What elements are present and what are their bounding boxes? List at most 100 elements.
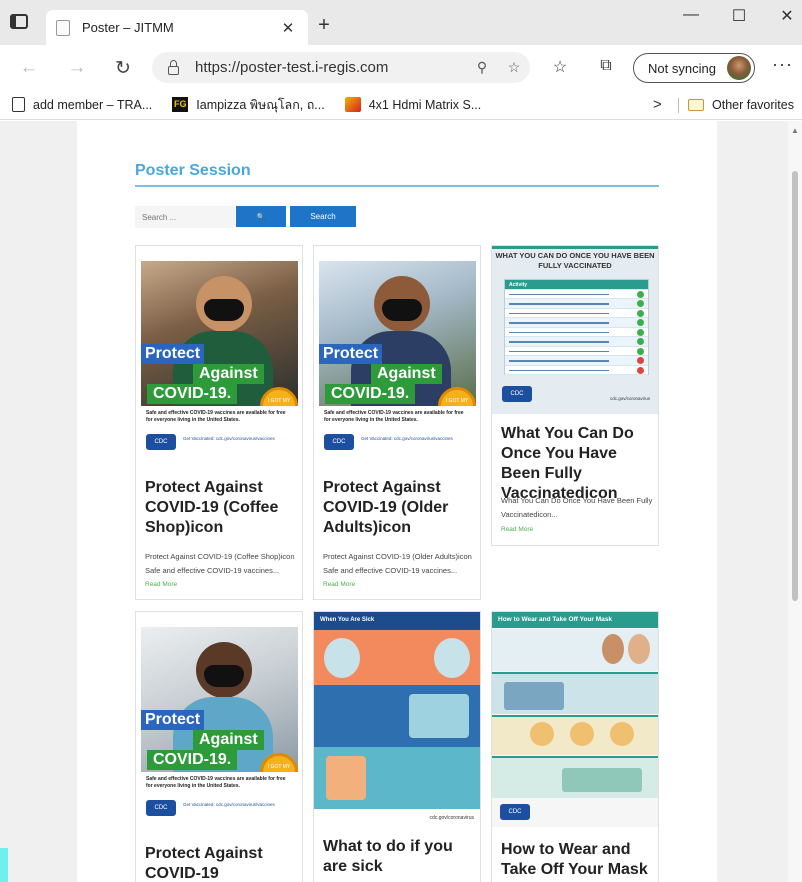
other-favorites[interactable]: Other favorites: [688, 98, 794, 112]
page-content: Poster Session 🔍 Search Protect Against …: [77, 121, 717, 882]
row-text: [509, 369, 609, 371]
poster-covid: COVID-19.: [147, 384, 238, 404]
card-title[interactable]: What to do if you are sick: [323, 837, 475, 877]
tab-actions-icon[interactable]: [10, 14, 28, 29]
url-text[interactable]: https://poster-test.i-regis.com: [195, 59, 466, 76]
row-text: [509, 312, 609, 314]
check-icon: [637, 290, 644, 298]
favorites-bar: add member – TRA... FG Iampizza พิษณุโลก…: [0, 90, 802, 120]
table-row: [505, 356, 648, 366]
tab-bar: Poster – JITMM ✕ + — ☐ ✕: [0, 0, 802, 45]
poster-heading: When You Are Sick: [314, 612, 480, 630]
row-text: [509, 322, 609, 324]
poster-card[interactable]: Protect Against COVID-19. I GOT MY COVID…: [135, 245, 303, 600]
poster-protect: Protect: [141, 344, 205, 364]
poster-image[interactable]: Protect Against COVID-19. I GOT MY COVID…: [314, 246, 480, 461]
tab-close-icon[interactable]: ✕: [278, 19, 298, 37]
maximize-button[interactable]: ☐: [724, 6, 754, 26]
sync-label: Not syncing: [648, 60, 716, 76]
vertical-scrollbar[interactable]: ▲: [788, 121, 802, 882]
hdmi-icon: [344, 97, 361, 112]
cdc-logo: CDC: [502, 386, 532, 402]
favorite-hdmi[interactable]: 4x1 Hdmi Matrix S...: [344, 97, 482, 112]
illustration-face: [628, 634, 650, 664]
poster-image[interactable]: Protect Against COVID-19. I GOT MY COVID…: [136, 246, 302, 461]
poster-against: Against: [371, 364, 442, 384]
table-row: [505, 347, 648, 356]
card-title[interactable]: Protect Against COVID-19: [145, 844, 297, 882]
poster-footer: Safe and effective COVID-19 vaccines are…: [319, 406, 476, 461]
poster-card[interactable]: How to Wear and Take Off Your Mask CDC H…: [491, 611, 659, 882]
search-icon-button[interactable]: 🔍: [236, 206, 286, 227]
card-excerpt: Protect Against COVID-19 (Older Adults)i…: [323, 552, 472, 575]
poster-covid: COVID-19.: [147, 750, 238, 770]
poster-image[interactable]: When You Are Sick cdc.gov/coronavirus: [314, 612, 480, 827]
poster-card[interactable]: Protect Against COVID-19. I GOT MY COVID…: [313, 245, 481, 600]
tab-poster[interactable]: Poster – JITMM ✕: [46, 10, 308, 45]
card-title[interactable]: How to Wear and Take Off Your Mask: [501, 840, 653, 880]
table-row: [505, 328, 648, 337]
check-icon: [637, 300, 644, 307]
illustration-scene: [562, 768, 642, 792]
poster-card[interactable]: Protect Against COVID-19. I GOT MY COVID…: [135, 611, 303, 882]
favorites-icon[interactable]: ☆: [548, 57, 572, 77]
favorite-label: 4x1 Hdmi Matrix S...: [368, 97, 482, 112]
add-favorite-icon[interactable]: ☆: [498, 59, 530, 76]
read-more-link[interactable]: Read More: [145, 581, 177, 588]
side-tab[interactable]: [0, 848, 8, 882]
cdc-logo: CDC: [324, 434, 354, 450]
page-favicon-icon: [56, 19, 70, 36]
profile-sync-button[interactable]: Not syncing: [633, 53, 755, 83]
back-button[interactable]: ←: [18, 57, 40, 79]
poster-cta: Get Vaccinated: cdc.gov/coronavirus/vacc…: [183, 436, 275, 441]
mask: [204, 299, 244, 321]
card-title[interactable]: Protect Against COVID-19 (Coffee Shop)ic…: [145, 478, 297, 538]
poster-image[interactable]: WHAT YOU CAN DO ONCE YOU HAVE BEEN FULLY…: [492, 246, 658, 414]
poster-image[interactable]: How to Wear and Take Off Your Mask CDC: [492, 612, 658, 827]
favorites-overflow-button[interactable]: >: [653, 96, 662, 113]
card-title[interactable]: Protect Against COVID-19 (Older Adults)i…: [323, 478, 475, 538]
poster-card[interactable]: When You Are Sick cdc.gov/coronavirus Wh…: [313, 611, 481, 882]
close-window-button[interactable]: ✕: [772, 6, 802, 26]
cdc-logo: CDC: [146, 434, 176, 450]
zoom-icon[interactable]: ⚲: [466, 59, 498, 76]
favorite-label: Iampizza พิษณุโลก, ถ...: [196, 97, 325, 112]
poster-heading: How to Wear and Take Off Your Mask: [492, 612, 658, 628]
check-icon: [637, 328, 644, 336]
collections-icon[interactable]: ⧉: [594, 57, 618, 75]
illustration-face: [570, 722, 594, 746]
poster-photo: Protect Against COVID-19. I GOT MY COVID…: [141, 261, 298, 425]
folder-icon: [688, 98, 704, 111]
new-tab-button[interactable]: +: [314, 14, 334, 37]
address-bar[interactable]: https://poster-test.i-regis.com ⚲ ☆: [152, 52, 530, 83]
poster-image[interactable]: Protect Against COVID-19. I GOT MY COVID…: [136, 612, 302, 827]
search-button[interactable]: Search: [290, 206, 356, 227]
favorite-iampizza[interactable]: FG Iampizza พิษณุโลก, ถ...: [172, 95, 325, 115]
poster-tagline: Safe and effective COVID-19 vaccines are…: [146, 776, 286, 789]
cdc-logo: CDC: [500, 804, 530, 820]
search-input[interactable]: [135, 206, 235, 228]
read-more-link[interactable]: Read More: [501, 526, 533, 533]
mask: [204, 665, 244, 687]
read-more-link[interactable]: Read More: [323, 581, 355, 588]
poster-card[interactable]: WHAT YOU CAN DO ONCE YOU HAVE BEEN FULLY…: [491, 245, 659, 546]
card-title[interactable]: What You Can Do Once You Have Been Fully…: [501, 424, 653, 504]
forward-button[interactable]: →: [66, 57, 88, 79]
lock-icon[interactable]: [168, 59, 179, 75]
scroll-up-icon[interactable]: ▲: [791, 126, 799, 135]
settings-more-icon[interactable]: ···: [772, 54, 793, 75]
row-text: [509, 341, 609, 343]
scrollbar-thumb[interactable]: [792, 171, 798, 601]
row-text: [509, 303, 609, 305]
illustration-face: [530, 722, 554, 746]
refresh-button[interactable]: ↻: [112, 57, 134, 80]
teal-stripe: [492, 246, 658, 249]
poster-protect: Protect: [319, 344, 383, 364]
fg-icon: FG: [172, 97, 189, 112]
minimize-button[interactable]: —: [676, 6, 706, 24]
poster-photo: Protect Against COVID-19. I GOT MY COVID…: [319, 261, 476, 425]
table-row: [505, 299, 648, 309]
favorite-add-member[interactable]: add member – TRA...: [12, 97, 152, 112]
page-icon: [12, 97, 25, 112]
x-icon: [637, 357, 644, 364]
